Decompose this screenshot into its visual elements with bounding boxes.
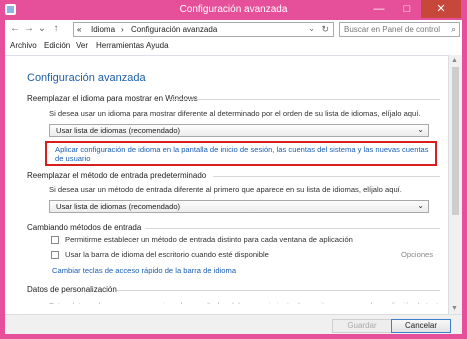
menu-bar: Archivo Edición Ver Herramientas Ayuda bbox=[5, 40, 462, 53]
navigation-bar: ← → ⌄ ↑ « Idioma › Configuración avanzad… bbox=[5, 20, 462, 40]
switching-heading: Cambiando métodos de entrada bbox=[27, 223, 142, 232]
address-bar[interactable]: « Idioma › Configuración avanzada ⌄ ↻ bbox=[73, 22, 334, 37]
vertical-scrollbar[interactable]: ▲ ▼ bbox=[448, 55, 462, 314]
scroll-down-icon[interactable]: ▼ bbox=[451, 305, 458, 312]
display-language-description: Si desea usar un idioma para mostrar dif… bbox=[49, 109, 421, 118]
app-window: Configuración avanzada — □ ✕ ← → ⌄ ↑ « I… bbox=[0, 0, 467, 339]
section-divider bbox=[145, 228, 440, 229]
back-arrow-icon[interactable]: ← bbox=[9, 23, 21, 35]
window-client: ← → ⌄ ↑ « Idioma › Configuración avanzad… bbox=[5, 20, 462, 334]
menu-herramientas[interactable]: Herramientas bbox=[96, 41, 144, 50]
search-icon[interactable]: ⌕ bbox=[451, 24, 456, 35]
display-language-select[interactable]: Usar lista de idiomas (recomendado) ⌄ bbox=[49, 124, 429, 137]
forward-arrow-icon[interactable]: → bbox=[23, 23, 35, 35]
per-app-input-label[interactable]: Permitirme establecer un método de entra… bbox=[65, 235, 353, 244]
dialog-footer: Guardar Cancelar bbox=[5, 314, 462, 334]
menu-ver[interactable]: Ver bbox=[76, 41, 88, 50]
input-method-select-value: Usar lista de idiomas (recomendado) bbox=[56, 202, 181, 211]
personalization-partial-text: Estos datos solo se usan para mejorar lo… bbox=[49, 301, 441, 304]
save-button[interactable]: Guardar bbox=[332, 319, 392, 333]
options-link[interactable]: Opciones bbox=[401, 250, 433, 259]
close-button[interactable]: ✕ bbox=[421, 0, 461, 18]
page-title: Configuración avanzada bbox=[27, 72, 146, 84]
display-language-select-value: Usar lista de idiomas (recomendado) bbox=[56, 126, 181, 135]
language-bar-label[interactable]: Usar la barra de idioma del escritorio c… bbox=[65, 250, 269, 259]
section-divider bbox=[117, 290, 440, 291]
apply-welcome-screen-link[interactable]: Aplicar configuración de idioma en la pa… bbox=[55, 145, 430, 163]
menu-edicion[interactable]: Edición bbox=[44, 41, 70, 50]
language-bar-checkbox[interactable] bbox=[51, 251, 59, 259]
breadcrumb-current[interactable]: Configuración avanzada bbox=[131, 25, 217, 34]
refresh-icon[interactable]: ↻ bbox=[321, 24, 329, 35]
input-method-heading: Reemplazar el método de entrada predeter… bbox=[27, 171, 207, 180]
minimize-button[interactable]: — bbox=[366, 0, 392, 18]
highlight-box: Aplicar configuración de idioma en la pa… bbox=[45, 141, 437, 166]
personalization-heading: Datos de personalización bbox=[27, 285, 117, 294]
change-hotkeys-link[interactable]: Cambiar teclas de acceso rápido de la ba… bbox=[52, 266, 236, 275]
chevron-down-icon: ⌄ bbox=[417, 201, 424, 210]
search-input[interactable]: Buscar en Panel de control ⌕ bbox=[339, 22, 460, 37]
breadcrumb-separator-icon: › bbox=[121, 25, 124, 34]
section-divider bbox=[170, 99, 440, 100]
breadcrumb-overflow-icon[interactable]: « bbox=[77, 25, 81, 34]
chevron-down-icon: ⌄ bbox=[417, 125, 424, 134]
menu-ayuda[interactable]: Ayuda bbox=[146, 41, 169, 50]
input-method-select[interactable]: Usar lista de idiomas (recomendado) ⌄ bbox=[49, 200, 429, 213]
title-bar[interactable]: Configuración avanzada — □ ✕ bbox=[0, 0, 467, 20]
section-divider bbox=[213, 176, 440, 177]
address-dropdown-icon[interactable]: ⌄ bbox=[308, 24, 315, 33]
menu-archivo[interactable]: Archivo bbox=[10, 41, 37, 50]
input-method-description: Si desea usar un método de entrada difer… bbox=[49, 185, 402, 194]
per-app-input-checkbox[interactable] bbox=[51, 236, 59, 244]
scroll-thumb[interactable] bbox=[452, 67, 459, 215]
up-arrow-icon[interactable]: ↑ bbox=[50, 23, 62, 35]
cancel-button[interactable]: Cancelar bbox=[391, 319, 451, 333]
maximize-button[interactable]: □ bbox=[394, 0, 420, 18]
recent-locations-icon[interactable]: ⌄ bbox=[36, 23, 48, 35]
scroll-up-icon[interactable]: ▲ bbox=[451, 57, 458, 64]
search-placeholder: Buscar en Panel de control bbox=[344, 25, 441, 34]
breadcrumb-idioma[interactable]: Idioma bbox=[91, 25, 115, 34]
